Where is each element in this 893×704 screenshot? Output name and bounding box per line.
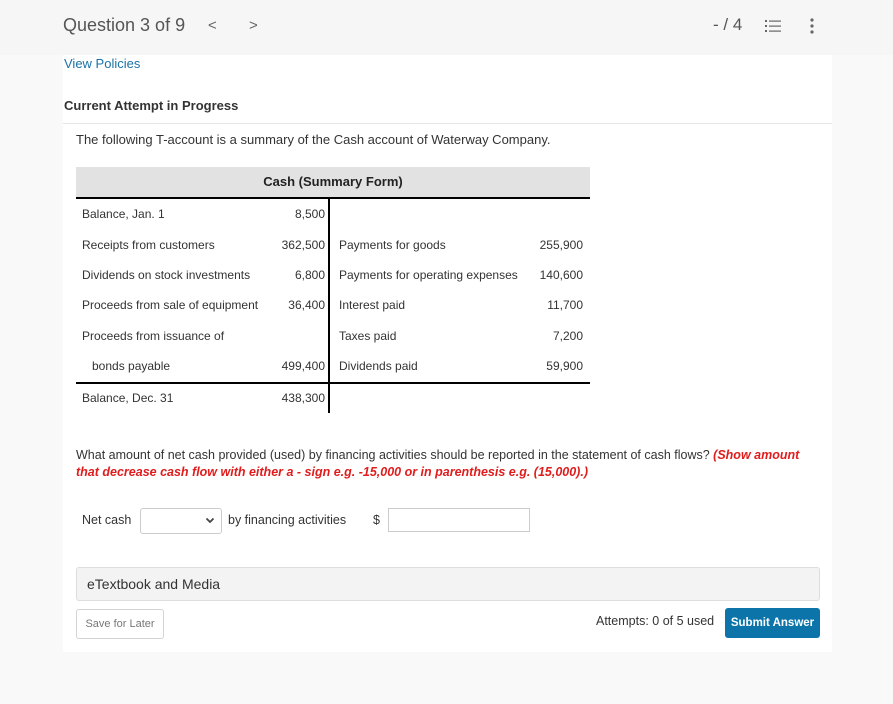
question-counter: Question 3 of 9 [63,15,186,35]
attempts-counter: Attempts: 0 of 5 used [596,614,715,628]
debit-label: Receipts from customers [82,238,215,252]
debit-amount: 36,400 [288,298,325,312]
amount-input[interactable] [388,508,530,532]
provided-used-select[interactable] [140,508,222,534]
credit-label: Dividends paid [339,359,418,373]
ending-balance-amount: 438,300 [281,391,325,405]
score-display: - / 4 [713,15,743,34]
debit-label: Dividends on stock investments [82,268,251,282]
top-bar: Question 3 of 9 < > - / 4 [0,0,893,55]
debit-label: Proceeds from issuance of [82,329,225,343]
t-account: Cash (Summary Form) Balance, Jan. 1 8,50… [76,167,590,413]
intro-text: The following T-account is a summary of … [76,132,551,147]
view-policies-link[interactable]: View Policies [64,56,140,71]
debit-amount: 362,500 [281,238,325,252]
numbered-list-icon[interactable] [765,19,781,33]
net-cash-label: Net cash [82,513,132,527]
save-for-later-button[interactable]: Save for Later [76,609,164,639]
etextbook-media-panel[interactable]: eTextbook and Media [76,567,820,601]
previous-question-button[interactable]: < [208,17,217,34]
debit-label: Balance, Jan. 1 [82,207,165,221]
chevron-down-icon [205,517,215,524]
credit-amount: 255,900 [539,238,583,252]
debit-amount: 6,800 [294,268,325,282]
credit-label: Payments for goods [339,238,446,252]
more-vertical-icon[interactable] [809,17,815,35]
t-account-vertical-line [328,199,330,413]
answer-row: Net cash by financing activities $ [76,508,576,534]
debit-label: Proceeds from sale of equipment [82,298,259,312]
t-account-title: Cash (Summary Form) [76,167,590,199]
question-prompt: What amount of net cash provided (used) … [76,448,714,462]
etextbook-media-label: eTextbook and Media [87,576,221,592]
credit-label: Payments for operating expenses [339,268,518,282]
credit-amount: 11,700 [547,298,583,312]
ending-balance-label: Balance, Dec. 31 [82,391,174,405]
credit-amount: 59,900 [546,359,583,373]
credit-amount: 7,200 [552,329,583,343]
currency-symbol: $ [373,513,380,527]
credit-label: Interest paid [339,298,406,312]
submit-answer-button[interactable]: Submit Answer [725,608,820,638]
credit-label: Taxes paid [339,329,397,343]
credit-amount: 140,600 [539,268,583,282]
debit-amount: 499,400 [281,359,325,373]
next-question-button[interactable]: > [249,17,258,34]
debit-label: bonds payable [92,359,171,373]
attempt-heading: Current Attempt in Progress [64,98,239,113]
question-text: What amount of net cash provided (used) … [76,447,821,481]
debit-amount: 8,500 [294,207,325,221]
question-card: View Policies Current Attempt in Progres… [63,55,832,652]
divider [63,123,832,124]
by-financing-label: by financing activities [228,513,347,527]
